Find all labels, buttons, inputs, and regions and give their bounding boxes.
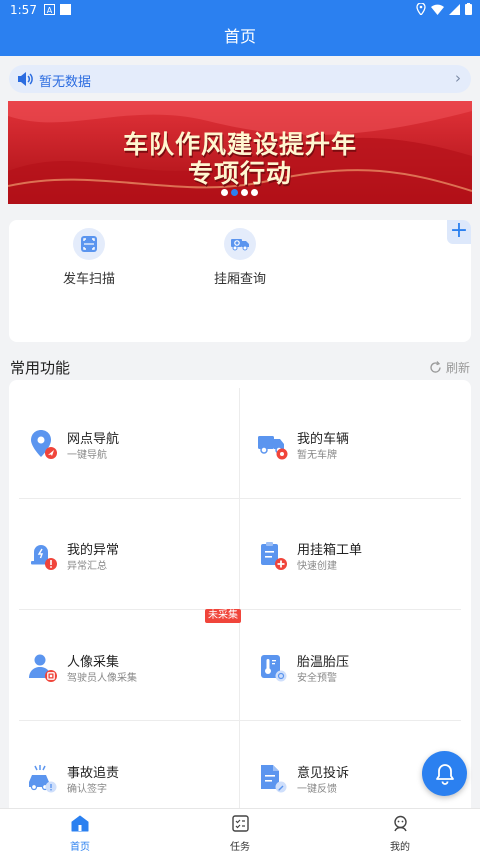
carousel-dot[interactable] <box>251 189 258 196</box>
scan-icon <box>73 228 105 260</box>
notification-a-icon: A <box>44 4 55 15</box>
function-subtitle: 暂无车牌 <box>297 450 337 461</box>
function-trailer-work-order[interactable]: 用挂箱工单 快速创建 <box>256 535 456 575</box>
function-subtitle: 异常汇总 <box>67 561 107 572</box>
truck-settings-icon <box>258 436 288 460</box>
wifi-icon <box>431 4 444 15</box>
truck-search-icon <box>224 228 256 260</box>
function-title: 胎温胎压 <box>297 655 350 670</box>
task-icon <box>231 815 249 832</box>
function-subtitle: 一键导航 <box>67 450 107 461</box>
tab-label: 首页 <box>70 842 90 853</box>
location-navigation-icon <box>31 430 57 459</box>
tab-home[interactable]: 首页 <box>50 815 110 853</box>
home-icon <box>71 815 89 832</box>
feedback-doc-icon <box>261 765 287 793</box>
bell-icon <box>435 763 454 785</box>
function-subtitle: 一键反馈 <box>297 784 337 795</box>
function-portrait-collection[interactable]: 人像采集 驾驶员人像采集 <box>26 647 226 687</box>
function-title: 事故追责 <box>67 766 120 781</box>
function-network-navigation[interactable]: 网点导航 一键导航 <box>26 424 226 464</box>
accident-car-icon <box>29 765 57 793</box>
status-time: 1:57 <box>10 3 37 17</box>
tab-label: 任务 <box>230 842 250 853</box>
refresh-button[interactable]: 刷新 <box>429 359 470 376</box>
page-title: 首页 <box>0 20 480 56</box>
function-title: 人像采集 <box>67 655 120 670</box>
carousel-dot-active[interactable] <box>231 189 238 196</box>
grid-divider <box>19 498 461 499</box>
function-subtitle: 快速创建 <box>297 561 337 572</box>
function-grid: 网点导航 一键导航 我的车辆 暂无车牌 我的异常 异常汇总 用挂箱工单 快速创建… <box>9 380 471 808</box>
section-header: 常用功能 刷新 <box>10 357 470 377</box>
banner-title-line2: 专项行动 <box>187 159 292 188</box>
grid-divider <box>239 388 240 808</box>
notification-button[interactable] <box>422 751 467 796</box>
function-title: 用挂箱工单 <box>297 543 363 558</box>
notice-bar[interactable]: 暂无数据 › <box>9 65 471 93</box>
signal-icon <box>449 3 460 15</box>
tab-tasks[interactable]: 任务 <box>210 815 270 853</box>
status-badge-uncollected: 未采集 <box>205 609 241 623</box>
function-my-vehicles[interactable]: 我的车辆 暂无车牌 <box>256 424 456 464</box>
quick-action-trailer-query[interactable]: 挂厢查询 <box>195 228 285 287</box>
function-title: 我的异常 <box>67 543 120 558</box>
function-tire-temperature-pressure[interactable]: 胎温胎压 安全预警 <box>256 647 456 687</box>
chevron-right-icon: › <box>455 69 461 87</box>
location-status-icon <box>416 3 426 15</box>
refresh-label: 刷新 <box>445 361 470 375</box>
alarm-warning-icon <box>31 545 57 570</box>
battery-icon <box>465 3 472 15</box>
notification-square-icon <box>60 4 71 15</box>
add-quick-action-button[interactable]: + <box>447 220 471 244</box>
function-title: 我的车辆 <box>297 432 350 447</box>
function-accident-accountability[interactable]: 事故追责 确认签字 <box>26 758 226 798</box>
quick-action-dispatch-scan[interactable]: 发车扫描 <box>44 228 134 287</box>
function-title: 意见投诉 <box>297 766 350 781</box>
profile-icon <box>393 815 407 832</box>
function-subtitle: 安全预警 <box>297 673 337 684</box>
function-my-exceptions[interactable]: 我的异常 异常汇总 <box>26 535 226 575</box>
svg-text:A: A <box>47 6 53 15</box>
carousel-dot[interactable] <box>221 189 228 196</box>
tab-label: 我的 <box>390 842 410 853</box>
promo-banner[interactable]: 车队作风建设提升年 专项行动 <box>8 101 472 204</box>
refresh-icon <box>430 361 441 373</box>
thermometer-icon <box>261 655 287 682</box>
carousel-dot[interactable] <box>241 189 248 196</box>
quick-actions-card: 发车扫描 挂厢查询 + <box>9 220 471 342</box>
quick-action-label: 发车扫描 <box>62 272 115 287</box>
quick-action-label: 挂厢查询 <box>213 272 266 287</box>
section-title: 常用功能 <box>10 359 71 377</box>
speaker-icon <box>18 72 33 86</box>
status-bar: 1:57 A <box>0 0 480 20</box>
bottom-tab-bar: 首页 任务 我的 <box>0 808 480 853</box>
person-scan-icon <box>29 654 57 682</box>
function-title: 网点导航 <box>67 432 120 447</box>
tab-mine[interactable]: 我的 <box>370 815 430 853</box>
clipboard-add-icon <box>261 542 287 570</box>
notice-text: 暂无数据 <box>39 75 92 90</box>
grid-divider <box>19 720 461 721</box>
carousel-indicator[interactable] <box>221 189 258 196</box>
function-subtitle: 确认签字 <box>67 784 107 795</box>
function-subtitle: 驾驶员人像采集 <box>67 673 137 684</box>
